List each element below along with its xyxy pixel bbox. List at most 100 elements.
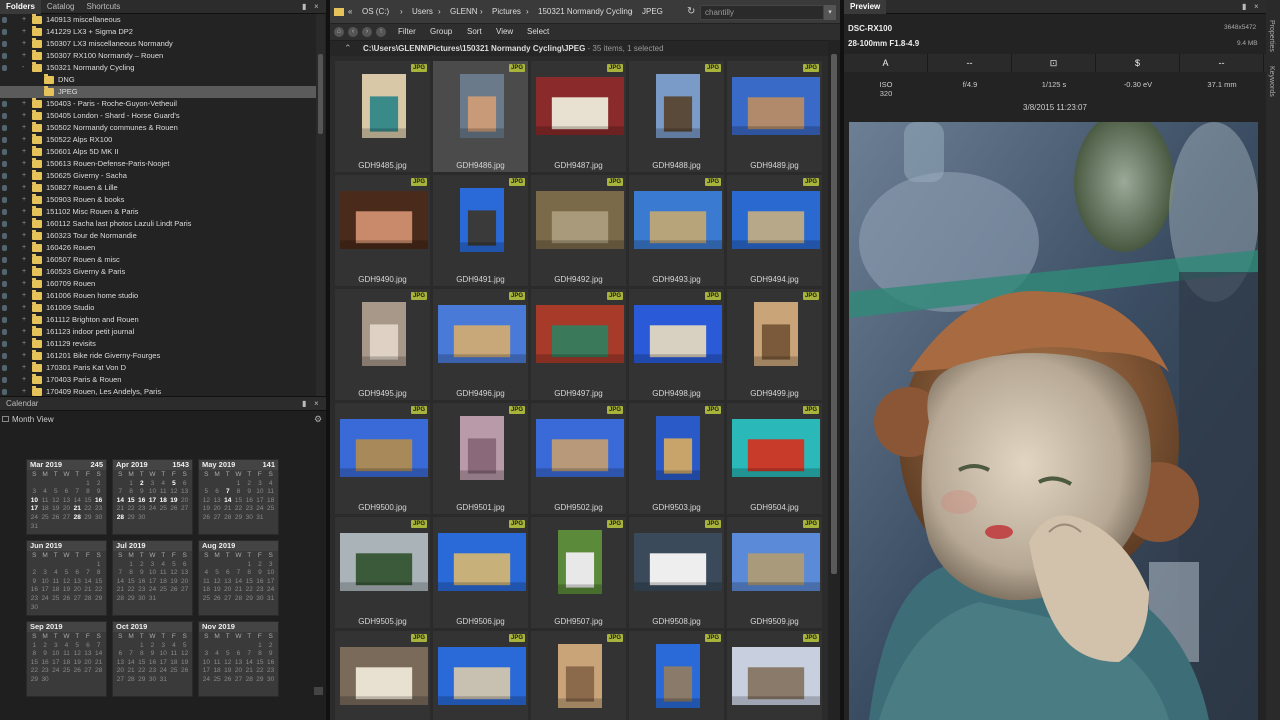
calendar-day[interactable]: 5 [169, 480, 180, 489]
calendar-day[interactable]: 2 [136, 561, 147, 570]
calendar-day[interactable]: 14 [126, 659, 137, 668]
calendar-day[interactable]: 12 [50, 497, 61, 506]
expander-icon[interactable]: + [22, 350, 30, 362]
calendar-day[interactable]: 6 [72, 569, 83, 578]
calendar-day[interactable]: 7 [115, 488, 126, 497]
calendar-day[interactable]: 27 [83, 667, 94, 676]
search-input[interactable]: chantilly [700, 5, 824, 20]
tab-preview[interactable]: Preview [844, 0, 887, 14]
calendar-day[interactable]: 28 [93, 667, 104, 676]
calendar-day[interactable]: 29 [136, 676, 147, 685]
thumbnail-item[interactable]: JPG GDH9503.jpg [628, 402, 725, 515]
thumbnail-item[interactable]: JPG GDH9508.jpg [628, 516, 725, 629]
calendar-day[interactable]: 14 [222, 497, 233, 506]
calendar-day[interactable]: 11 [50, 578, 61, 587]
calendar-day[interactable]: 18 [201, 586, 212, 595]
calendar-day[interactable]: 15 [83, 497, 94, 506]
calendar-day[interactable]: 20 [179, 497, 190, 506]
calendar-day[interactable]: 3 [29, 488, 40, 497]
calendar-day[interactable]: 19 [179, 659, 190, 668]
calendar-day[interactable]: 24 [147, 505, 158, 514]
calendar-day[interactable]: 14 [115, 497, 126, 506]
pin-icon[interactable]: ▮ [302, 399, 306, 408]
calendar-day[interactable]: 8 [29, 650, 40, 659]
calendar-day[interactable]: 24 [158, 667, 169, 676]
calendar-day[interactable]: 21 [93, 659, 104, 668]
thumbnail-item[interactable]: JPG GDH9506.jpg [432, 516, 529, 629]
calendar-day[interactable]: 29 [29, 676, 40, 685]
folder-tree-item[interactable]: +150625 Giverny - Sacha [0, 170, 316, 182]
calendar-day[interactable]: 21 [115, 505, 126, 514]
folder-tree-item[interactable]: +170403 Paris & Rouen [0, 374, 316, 386]
calendar-day[interactable]: 19 [201, 505, 212, 514]
calendar-day[interactable]: 26 [222, 676, 233, 685]
expander-icon[interactable]: + [22, 38, 30, 50]
folder-tree-item[interactable]: +150403 - Paris - Roche-Guyon-Vetheuil [0, 98, 316, 110]
calendar-day[interactable]: 7 [222, 488, 233, 497]
calendar-day[interactable]: 4 [201, 569, 212, 578]
folder-tree-item[interactable]: JPEG [0, 86, 316, 98]
thumbnail-item[interactable]: JPGGDH9513.jpg [628, 630, 725, 720]
calendar-day[interactable]: 3 [40, 569, 51, 578]
calendar-day[interactable]: 20 [233, 667, 244, 676]
calendar-day[interactable]: 27 [222, 595, 233, 604]
calendar-day[interactable]: 19 [212, 586, 223, 595]
calendar-day[interactable]: 28 [72, 514, 83, 523]
calendar-day[interactable]: 23 [93, 505, 104, 514]
calendar-day[interactable]: 10 [265, 569, 276, 578]
calendar-day[interactable]: 9 [136, 569, 147, 578]
calendar-day[interactable]: 16 [136, 578, 147, 587]
calendar-month[interactable]: Mar 2019 245 S M T W T F S 1 2 3 4 5 6 7 8 9 10 11 12 13 14 15 1… [26, 459, 107, 535]
expander-icon[interactable]: + [22, 230, 30, 242]
calendar-day[interactable]: 21 [222, 505, 233, 514]
calendar-day[interactable]: 17 [29, 505, 40, 514]
calendar-day[interactable]: 20 [212, 505, 223, 514]
calendar-day[interactable]: 2 [40, 642, 51, 651]
calendar-day[interactable]: 20 [61, 505, 72, 514]
calendar-day[interactable]: 12 [61, 578, 72, 587]
calendar-day[interactable]: 10 [50, 650, 61, 659]
calendar-day[interactable]: 16 [244, 497, 255, 506]
calendar-day[interactable]: 10 [201, 659, 212, 668]
calendar-day[interactable]: 29 [244, 595, 255, 604]
calendar-day[interactable]: 27 [115, 676, 126, 685]
calendar-day[interactable]: 11 [158, 488, 169, 497]
tab-shortcuts[interactable]: Shortcuts [80, 0, 126, 14]
calendar-day[interactable]: 8 [136, 650, 147, 659]
calendar-day[interactable]: 1 [93, 561, 104, 570]
thumbnail-item[interactable]: JPG GDH9494.jpg [726, 174, 823, 287]
calendar-day[interactable]: 25 [265, 505, 276, 514]
breadcrumb-item[interactable]: Users [412, 7, 433, 16]
calendar-day[interactable]: 26 [212, 595, 223, 604]
calendar-day[interactable]: 24 [201, 676, 212, 685]
breadcrumb-item[interactable]: OS (C:) [362, 7, 389, 16]
expander-icon[interactable]: + [22, 98, 30, 110]
calendar-day[interactable]: 13 [222, 578, 233, 587]
thumbnail-item[interactable]: JPG GDH9507.jpg [530, 516, 627, 629]
calendar-day[interactable]: 10 [40, 578, 51, 587]
close-icon[interactable]: × [1254, 2, 1259, 11]
calendar-day[interactable]: 15 [233, 497, 244, 506]
back-icon[interactable]: ‹ [348, 27, 358, 37]
calendar-day[interactable]: 8 [83, 488, 94, 497]
calendar-day[interactable]: 12 [222, 659, 233, 668]
calendar-day[interactable]: 8 [255, 650, 266, 659]
calendar-day[interactable]: 10 [29, 497, 40, 506]
calendar-day[interactable]: 30 [136, 514, 147, 523]
calendar-day[interactable]: 16 [136, 497, 147, 506]
calendar-day[interactable]: 26 [169, 586, 180, 595]
thumbnail-item[interactable]: JPG GDH9500.jpg [334, 402, 431, 515]
calendar-day[interactable]: 1 [126, 561, 137, 570]
calendar-day[interactable]: 30 [136, 595, 147, 604]
calendar-day[interactable]: 13 [233, 659, 244, 668]
calendar-day[interactable]: 16 [255, 578, 266, 587]
expander-icon[interactable]: + [22, 182, 30, 194]
calendar-day[interactable]: 19 [50, 505, 61, 514]
expander-icon[interactable]: + [22, 158, 30, 170]
thumbnail-item[interactable]: JPG GDH9498.jpg [628, 288, 725, 401]
folder-tree-item[interactable]: +150827 Rouen & Lille [0, 182, 316, 194]
expander-icon[interactable]: + [22, 146, 30, 158]
calendar-day[interactable]: 21 [233, 586, 244, 595]
calendar-day[interactable]: 11 [158, 569, 169, 578]
calendar-day[interactable]: 21 [115, 586, 126, 595]
